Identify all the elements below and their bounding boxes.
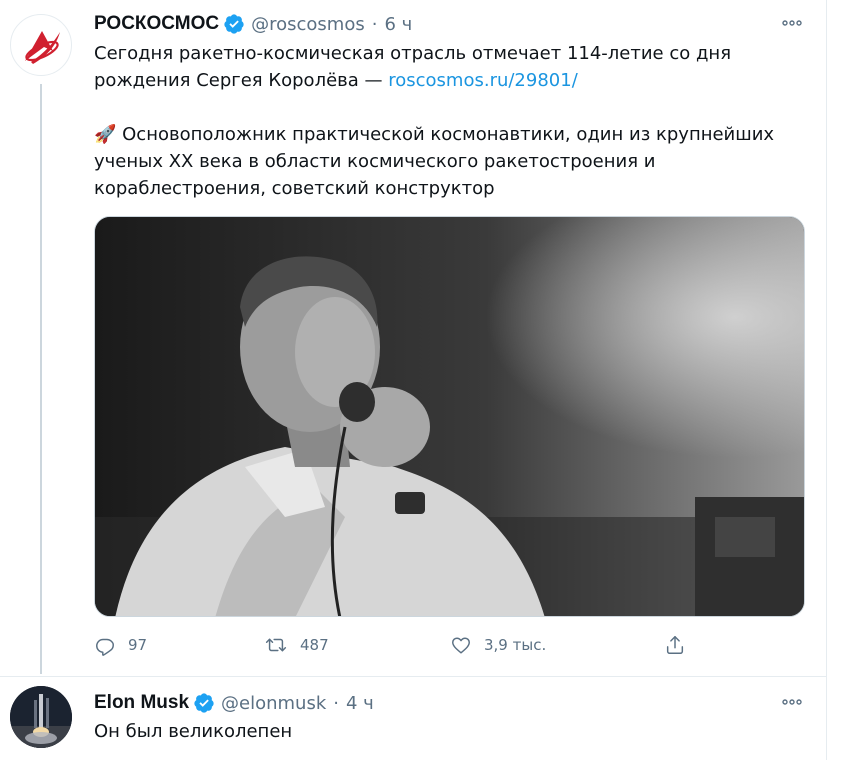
author-name[interactable]: Elon Musk [94, 692, 189, 714]
tweet-link[interactable]: roscosmos.ru/29801/ [388, 70, 578, 91]
roscosmos-logo-icon [25, 31, 60, 64]
avatar[interactable] [10, 686, 72, 748]
tweet-text-line: рождения Сергея Королёва — roscosmos.ru/… [94, 67, 810, 94]
rocket-launch-photo-icon [10, 686, 72, 748]
tweet-elonmusk[interactable]: Elon Musk @elonmusk · 4 ч Он был великол… [0, 676, 826, 761]
more-icon[interactable] [780, 690, 804, 714]
tweet-header: Elon Musk @elonmusk · 4 ч [94, 690, 374, 716]
author-handle[interactable]: @roscosmos [251, 14, 365, 35]
photo-image [95, 217, 804, 616]
tweet-roscosmos[interactable]: РОСКОСМОС @roscosmos · 6 ч Сегодня ракет… [0, 0, 826, 676]
separator-dot: · [371, 13, 378, 35]
share-icon [666, 636, 684, 654]
author-name[interactable]: РОСКОСМОС [94, 13, 219, 35]
tweet-text-line: кораблестроения, советский конструктор [94, 178, 495, 199]
tweet-text-segment: рождения Сергея Королёва — [94, 70, 389, 91]
verified-badge-icon [223, 13, 245, 35]
tweet-text-segment: Основоположник практической космонавтики… [116, 124, 775, 145]
tweet-timestamp[interactable]: 6 ч [384, 14, 412, 35]
retweet-count: 487 [300, 636, 329, 654]
separator-dot: · [333, 692, 339, 714]
thread-connector-line [40, 84, 42, 674]
reply-icon [96, 638, 114, 656]
tweet-text-line: Сегодня ракетно-космическая отрасль отме… [94, 43, 732, 64]
heart-icon [452, 637, 470, 654]
tweet-text: Он был великолепен [94, 721, 293, 742]
rocket-icon: 🚀 [94, 124, 117, 145]
tweet-text: Сегодня ракетно-космическая отрасль отме… [94, 40, 810, 202]
reply-count: 97 [128, 636, 148, 654]
avatar[interactable] [10, 14, 72, 76]
reply-button[interactable]: 97 [94, 630, 147, 660]
tweet-text-line: 🚀 Основоположник практической космонавти… [94, 121, 810, 148]
tweet-timestamp[interactable]: 4 ч [346, 693, 374, 714]
more-icon[interactable] [780, 11, 804, 35]
tweet-text-line: ученых XX века в области космического ра… [94, 151, 656, 172]
retweet-icon [265, 638, 287, 652]
timeline-border [826, 0, 827, 760]
retweet-button[interactable]: 487 [264, 630, 329, 660]
tweet-actions: 97 487 3,9 тыс. [94, 630, 704, 660]
like-button[interactable]: 3,9 тыс. [450, 630, 546, 660]
tweet-header: РОСКОСМОС @roscosmos · 6 ч [94, 11, 412, 37]
tweet-photo[interactable] [94, 216, 805, 617]
like-count: 3,9 тыс. [484, 636, 547, 654]
share-button[interactable] [664, 630, 686, 660]
verified-badge-icon [193, 692, 215, 714]
author-handle[interactable]: @elonmusk [221, 693, 326, 714]
